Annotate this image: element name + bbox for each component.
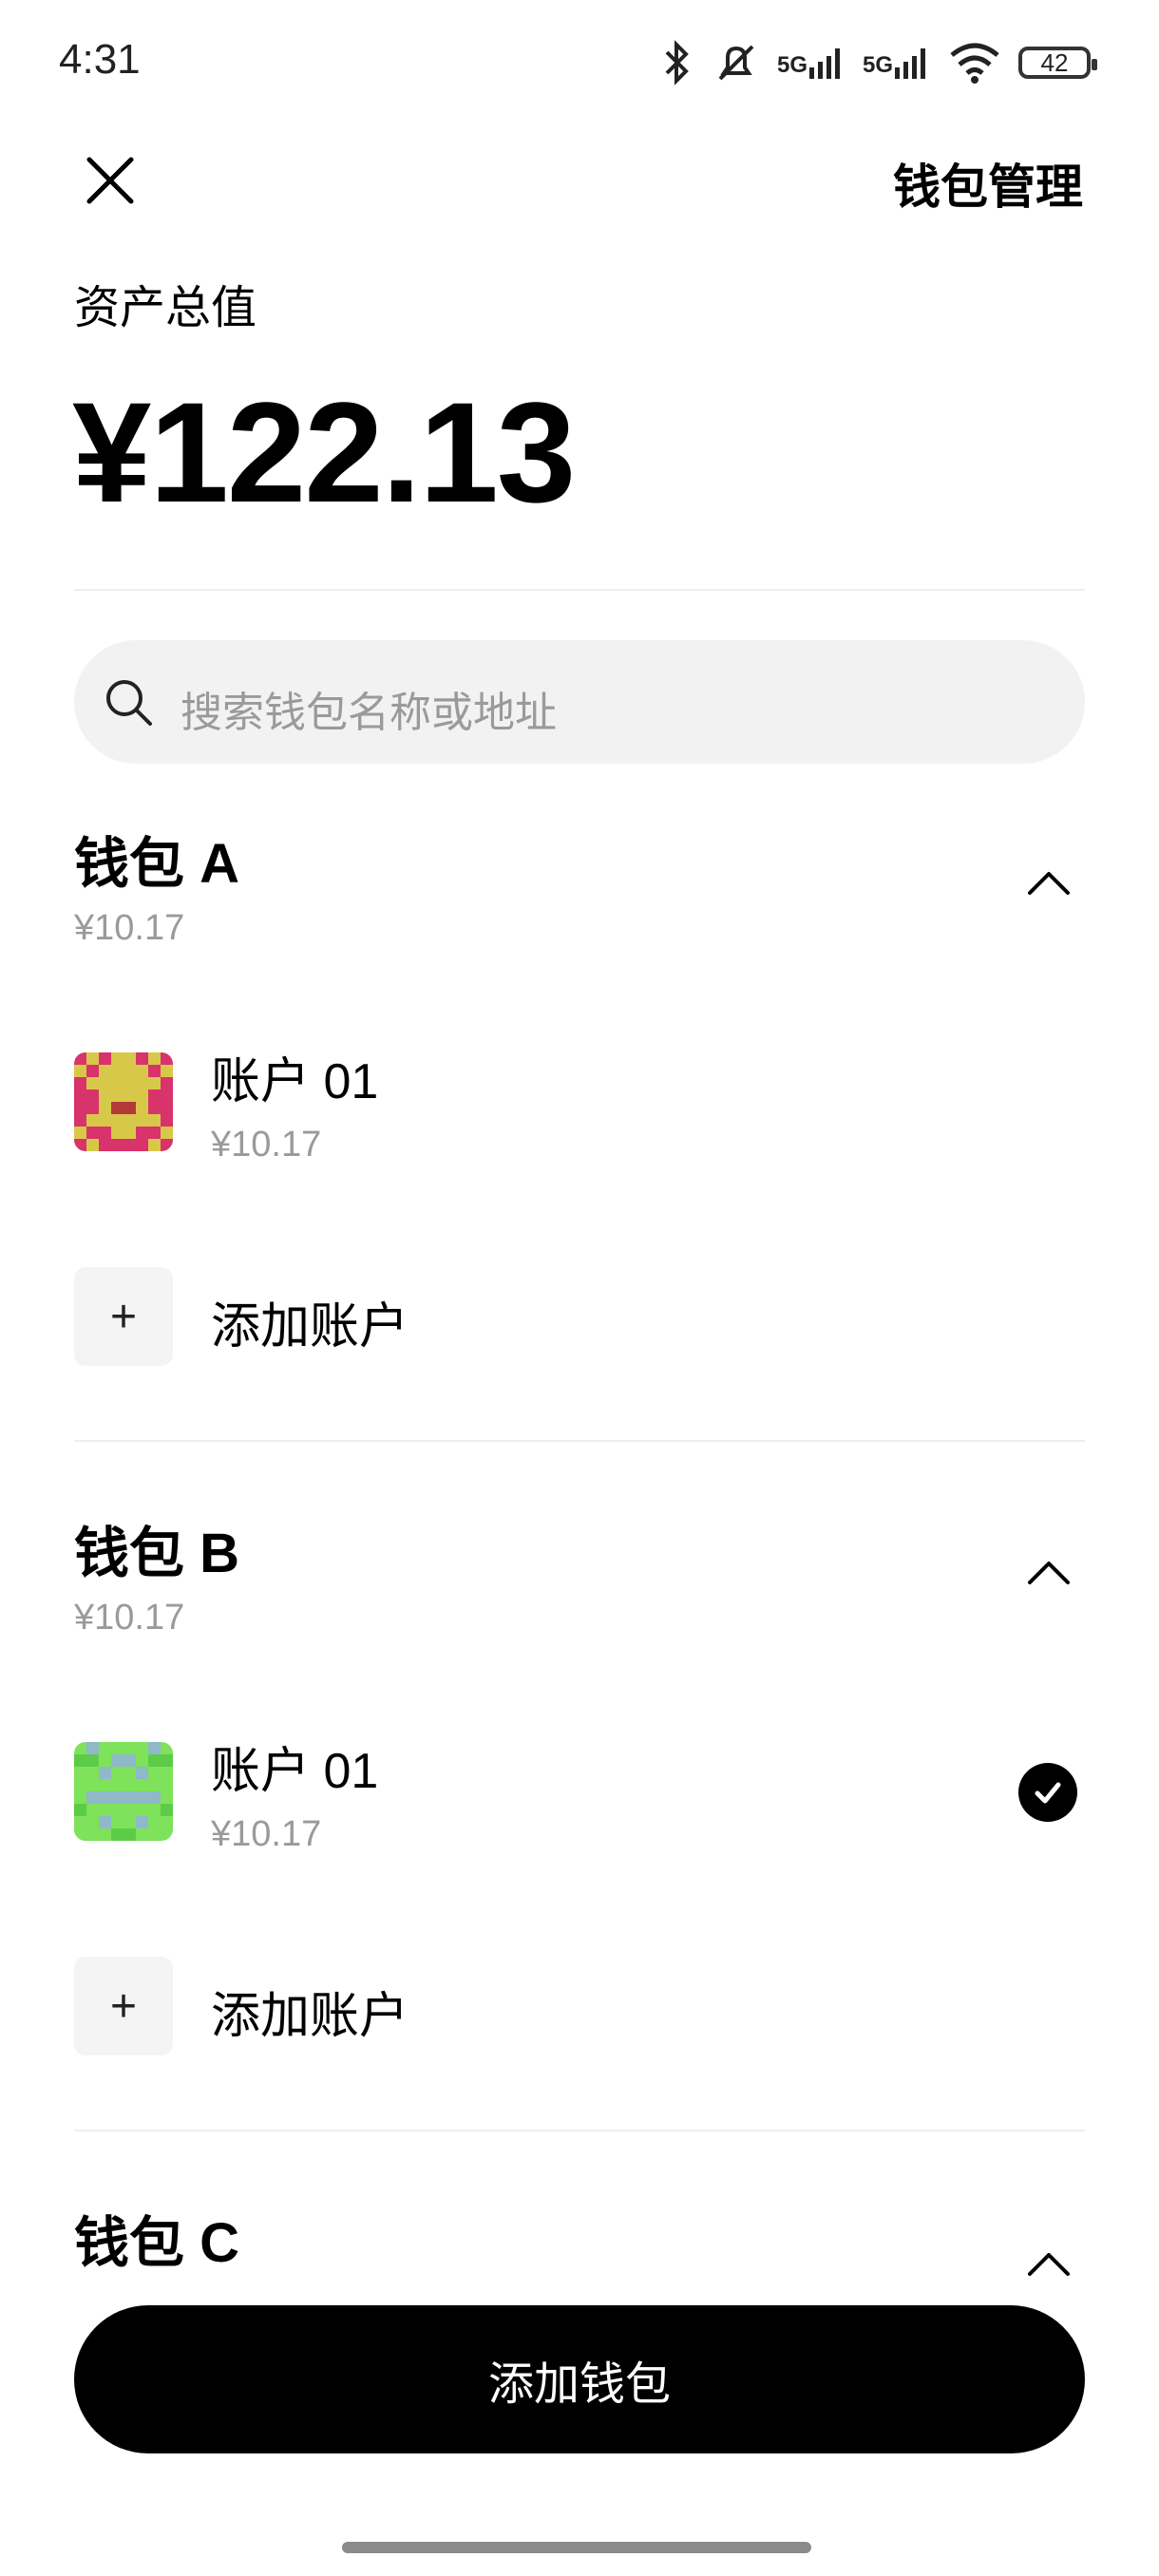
signal-icon [895, 48, 925, 79]
wallet-name: 钱包 B [74, 1523, 240, 1584]
chevron-up-icon[interactable] [1026, 870, 1072, 897]
bell-off-icon [718, 45, 754, 81]
status-icons: 5G 5G 42 [657, 34, 1097, 91]
account-name[interactable]: 账户 01 [211, 1731, 378, 1802]
plus-icon[interactable]: + [74, 1267, 173, 1366]
divider [74, 589, 1085, 591]
total-assets-label: 资产总值 [74, 283, 257, 333]
bluetooth-icon [665, 40, 689, 85]
home-indicator[interactable] [342, 2542, 811, 2553]
signal-icon [808, 48, 840, 79]
plus-icon[interactable]: + [74, 1957, 173, 2055]
wallet-manage-button[interactable]: 钱包管理 [893, 149, 1083, 218]
network-type-1: 5G [776, 52, 808, 78]
avatar [74, 1742, 173, 1841]
search-placeholder: 搜索钱包名称或地址 [180, 690, 557, 736]
add-account-button[interactable]: 添加账户 [211, 1286, 408, 1357]
avatar [74, 1052, 173, 1151]
chevron-up-icon[interactable] [1026, 2251, 1072, 2278]
wallet-amount: ¥10.17 [74, 908, 185, 948]
chevron-up-icon[interactable] [1026, 1560, 1072, 1586]
account-name[interactable]: 账户 01 [211, 1041, 378, 1112]
divider [74, 1440, 1085, 1442]
search-icon [106, 680, 152, 726]
total-assets-value: ¥122.13 [72, 372, 576, 532]
wallet-amount: ¥10.17 [74, 1598, 185, 1638]
battery-level: 42 [1040, 47, 1069, 77]
status-time: 4:31 [59, 36, 141, 83]
add-account-button[interactable]: 添加账户 [211, 1976, 408, 2047]
divider [74, 2130, 1085, 2131]
wifi-icon [950, 43, 999, 84]
account-amount: ¥10.17 [211, 1125, 322, 1165]
cellular-signal-1: 5G [777, 47, 846, 79]
network-type-2: 5G [862, 52, 893, 78]
close-icon[interactable] [82, 152, 139, 209]
check-circle-icon [1018, 1763, 1077, 1822]
wallet-name: 钱包 A [74, 833, 240, 895]
account-amount: ¥10.17 [211, 1814, 322, 1854]
cellular-signal-2: 5G [863, 47, 931, 79]
add-wallet-button[interactable]: 添加钱包 [74, 2305, 1085, 2453]
battery-icon: 42 [1018, 47, 1097, 79]
wallet-name: 钱包 C [74, 2212, 240, 2274]
add-wallet-label: 添加钱包 [487, 2359, 671, 2410]
